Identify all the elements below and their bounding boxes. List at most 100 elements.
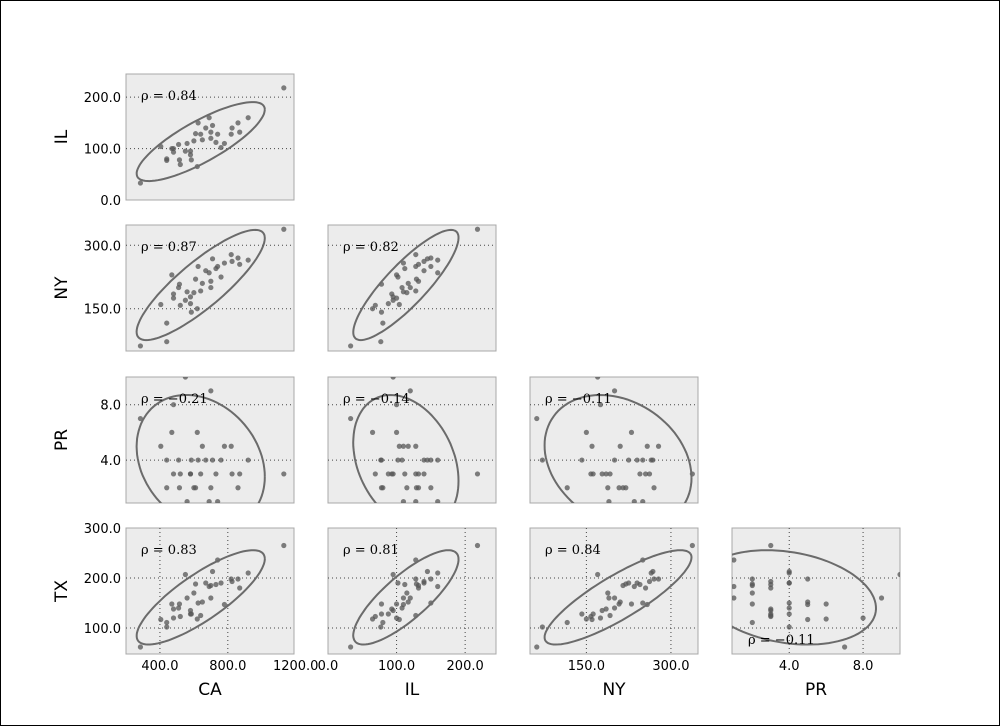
data-point (208, 135, 214, 141)
data-point (182, 571, 188, 578)
data-point (215, 131, 221, 137)
correlation-label: ρ = −0.11 (748, 633, 815, 648)
data-point (637, 581, 643, 588)
panel-IL-vs-NY: ρ = 0.82 (327, 224, 497, 352)
data-point (188, 611, 194, 617)
correlation-label: ρ = 0.84 (141, 89, 197, 104)
data-point (620, 582, 626, 589)
data-point (590, 611, 596, 617)
data-point (642, 585, 649, 591)
data-point (786, 580, 792, 586)
data-point (628, 601, 635, 607)
scatter-matrix-figure: ρ = 0.84 200.0 100.0 0.0 ρ = 0.87 300.0 150.0 ρ… (0, 0, 1000, 726)
data-point (187, 471, 194, 477)
data-point (640, 457, 646, 463)
data-point (245, 570, 251, 576)
data-point (229, 471, 235, 477)
data-point (390, 471, 396, 477)
row-axis-label: IL (52, 129, 72, 144)
data-point (182, 377, 188, 380)
data-point (407, 284, 413, 291)
data-point (380, 320, 386, 326)
data-point (413, 576, 419, 582)
correlation-label: ρ = 0.81 (343, 543, 399, 558)
data-point (281, 85, 287, 91)
data-point (606, 595, 612, 601)
data-point (404, 590, 410, 596)
scatter-matrix-svg: ρ = 0.84 200.0 100.0 0.0 ρ = 0.87 300.0 150.0 ρ… (52, 73, 901, 700)
data-point (607, 471, 613, 477)
data-point (786, 624, 792, 630)
data-point (564, 619, 570, 626)
data-point (378, 457, 385, 463)
data-point (607, 612, 613, 619)
data-point (164, 619, 170, 626)
data-point (583, 429, 589, 435)
data-point (158, 616, 164, 623)
correlation-label: ρ = 0.83 (141, 543, 197, 558)
data-point (611, 605, 618, 611)
data-point (605, 485, 611, 491)
data-point (177, 302, 183, 308)
data-point (648, 457, 654, 463)
data-point (805, 616, 811, 623)
data-point (369, 306, 376, 312)
data-point (170, 471, 177, 477)
data-point (611, 457, 618, 463)
data-point (208, 278, 214, 284)
data-point (195, 263, 201, 270)
data-point (198, 288, 204, 294)
data-point (385, 611, 391, 617)
data-point (170, 295, 177, 301)
data-point (395, 580, 401, 586)
data-point (655, 576, 662, 582)
data-point (396, 301, 402, 308)
data-point (390, 377, 396, 380)
data-point (428, 576, 434, 582)
data-point (805, 601, 811, 608)
data-point (539, 457, 546, 463)
data-point (213, 139, 219, 145)
data-point (402, 471, 408, 477)
data-point (611, 388, 618, 394)
data-point (176, 457, 182, 463)
data-point (206, 270, 212, 276)
data-point (184, 289, 190, 295)
y-tick-label: 150.0 (84, 303, 121, 318)
data-point (415, 471, 422, 477)
data-point (229, 578, 235, 585)
data-point (424, 568, 431, 575)
x-tick-label: 4.0 (779, 659, 800, 674)
data-point (199, 280, 205, 286)
data-point (187, 152, 194, 158)
data-point (235, 485, 241, 491)
data-point (413, 251, 419, 258)
data-point (218, 457, 224, 463)
data-point (400, 595, 407, 601)
data-point (564, 485, 570, 491)
x-tick-label: 150.0 (568, 659, 605, 674)
data-point (534, 644, 540, 650)
data-point (732, 583, 737, 590)
panel-CA-vs-TX: ρ = 0.83 (125, 527, 295, 655)
data-point (421, 471, 427, 477)
data-point (402, 265, 408, 272)
data-point (651, 485, 657, 491)
data-point (435, 257, 441, 263)
data-point (184, 595, 190, 601)
data-point (184, 140, 190, 147)
data-point (281, 542, 287, 549)
data-point (221, 260, 228, 266)
data-point (393, 295, 400, 301)
data-point (628, 429, 635, 435)
data-point (235, 120, 241, 126)
data-point (393, 429, 400, 435)
data-point (378, 485, 385, 491)
panel-CA-vs-IL: ρ = 0.84 (125, 73, 295, 201)
data-point (164, 339, 170, 345)
data-point (435, 583, 441, 590)
data-point (208, 284, 214, 291)
data-point (655, 443, 662, 449)
x-tick-label: 800.0 (209, 659, 246, 674)
data-point (235, 576, 241, 582)
